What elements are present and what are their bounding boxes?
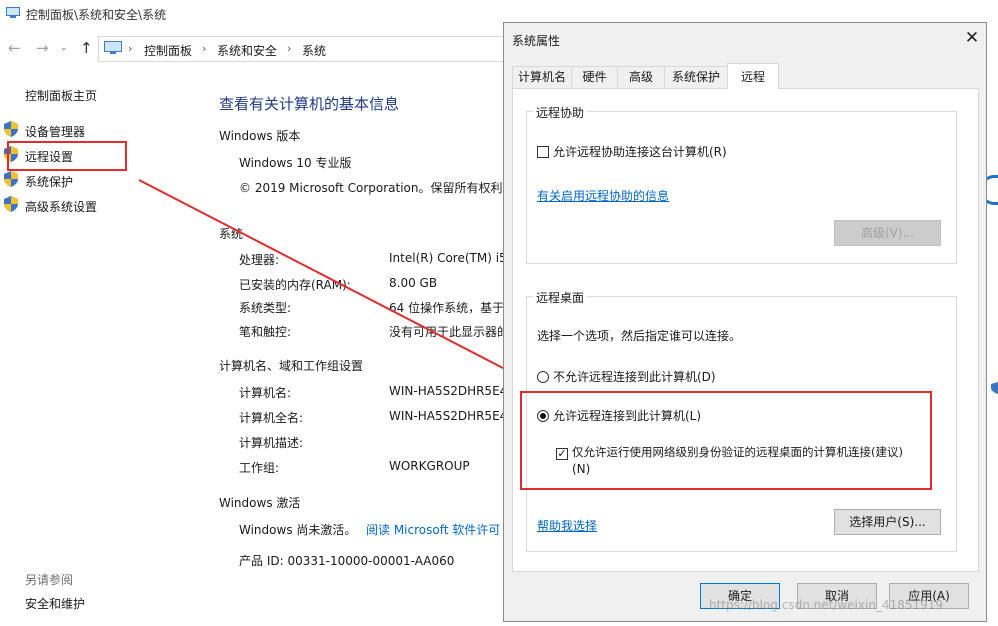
disallow-remote-label[interactable]: 不允许远程连接到此计算机(D) [553,368,716,385]
watermark-text: https://blog.csdn.net/weixin_41851919 [709,598,944,612]
disallow-remote-radio[interactable] [537,371,549,383]
remote-assistance-label: 远程协助 [533,104,588,121]
advanced-button[interactable]: 高级(V)... [834,220,941,246]
annotation-highlight-box [520,391,932,490]
tab-hardware[interactable]: 硬件 [571,66,618,88]
remote-desktop-instruction: 选择一个选项，然后指定谁可以连接。 [537,329,742,343]
dialog-title: 系统属性 [512,34,561,48]
allow-remote-assistance-label[interactable]: 允许远程协助连接这台计算机(R) [553,143,727,160]
tab-system-protection[interactable]: 系统保护 [664,66,728,88]
remote-tab-panel: 远程协助 允许远程协助连接这台计算机(R) 有关启用远程协助的信息 高级(V).… [512,88,979,572]
remote-assistance-info-link[interactable]: 有关启用远程协助的信息 [537,187,669,204]
tab-remote[interactable]: 远程 [727,63,779,89]
tab-advanced[interactable]: 高级 [617,66,665,88]
system-properties-dialog: 系统属性 ✕ 计算机名 硬件 高级 系统保护 远程 远程协助 允许远程协助连接这… [503,22,987,622]
help-me-choose-link[interactable]: 帮助我选择 [537,517,597,534]
close-icon[interactable]: ✕ [961,27,983,49]
select-users-button[interactable]: 选择用户(S)... [834,509,941,535]
allow-remote-assistance-checkbox[interactable] [537,146,549,158]
remote-desktop-label: 远程桌面 [533,289,588,306]
tab-computer-name[interactable]: 计算机名 [512,66,572,88]
